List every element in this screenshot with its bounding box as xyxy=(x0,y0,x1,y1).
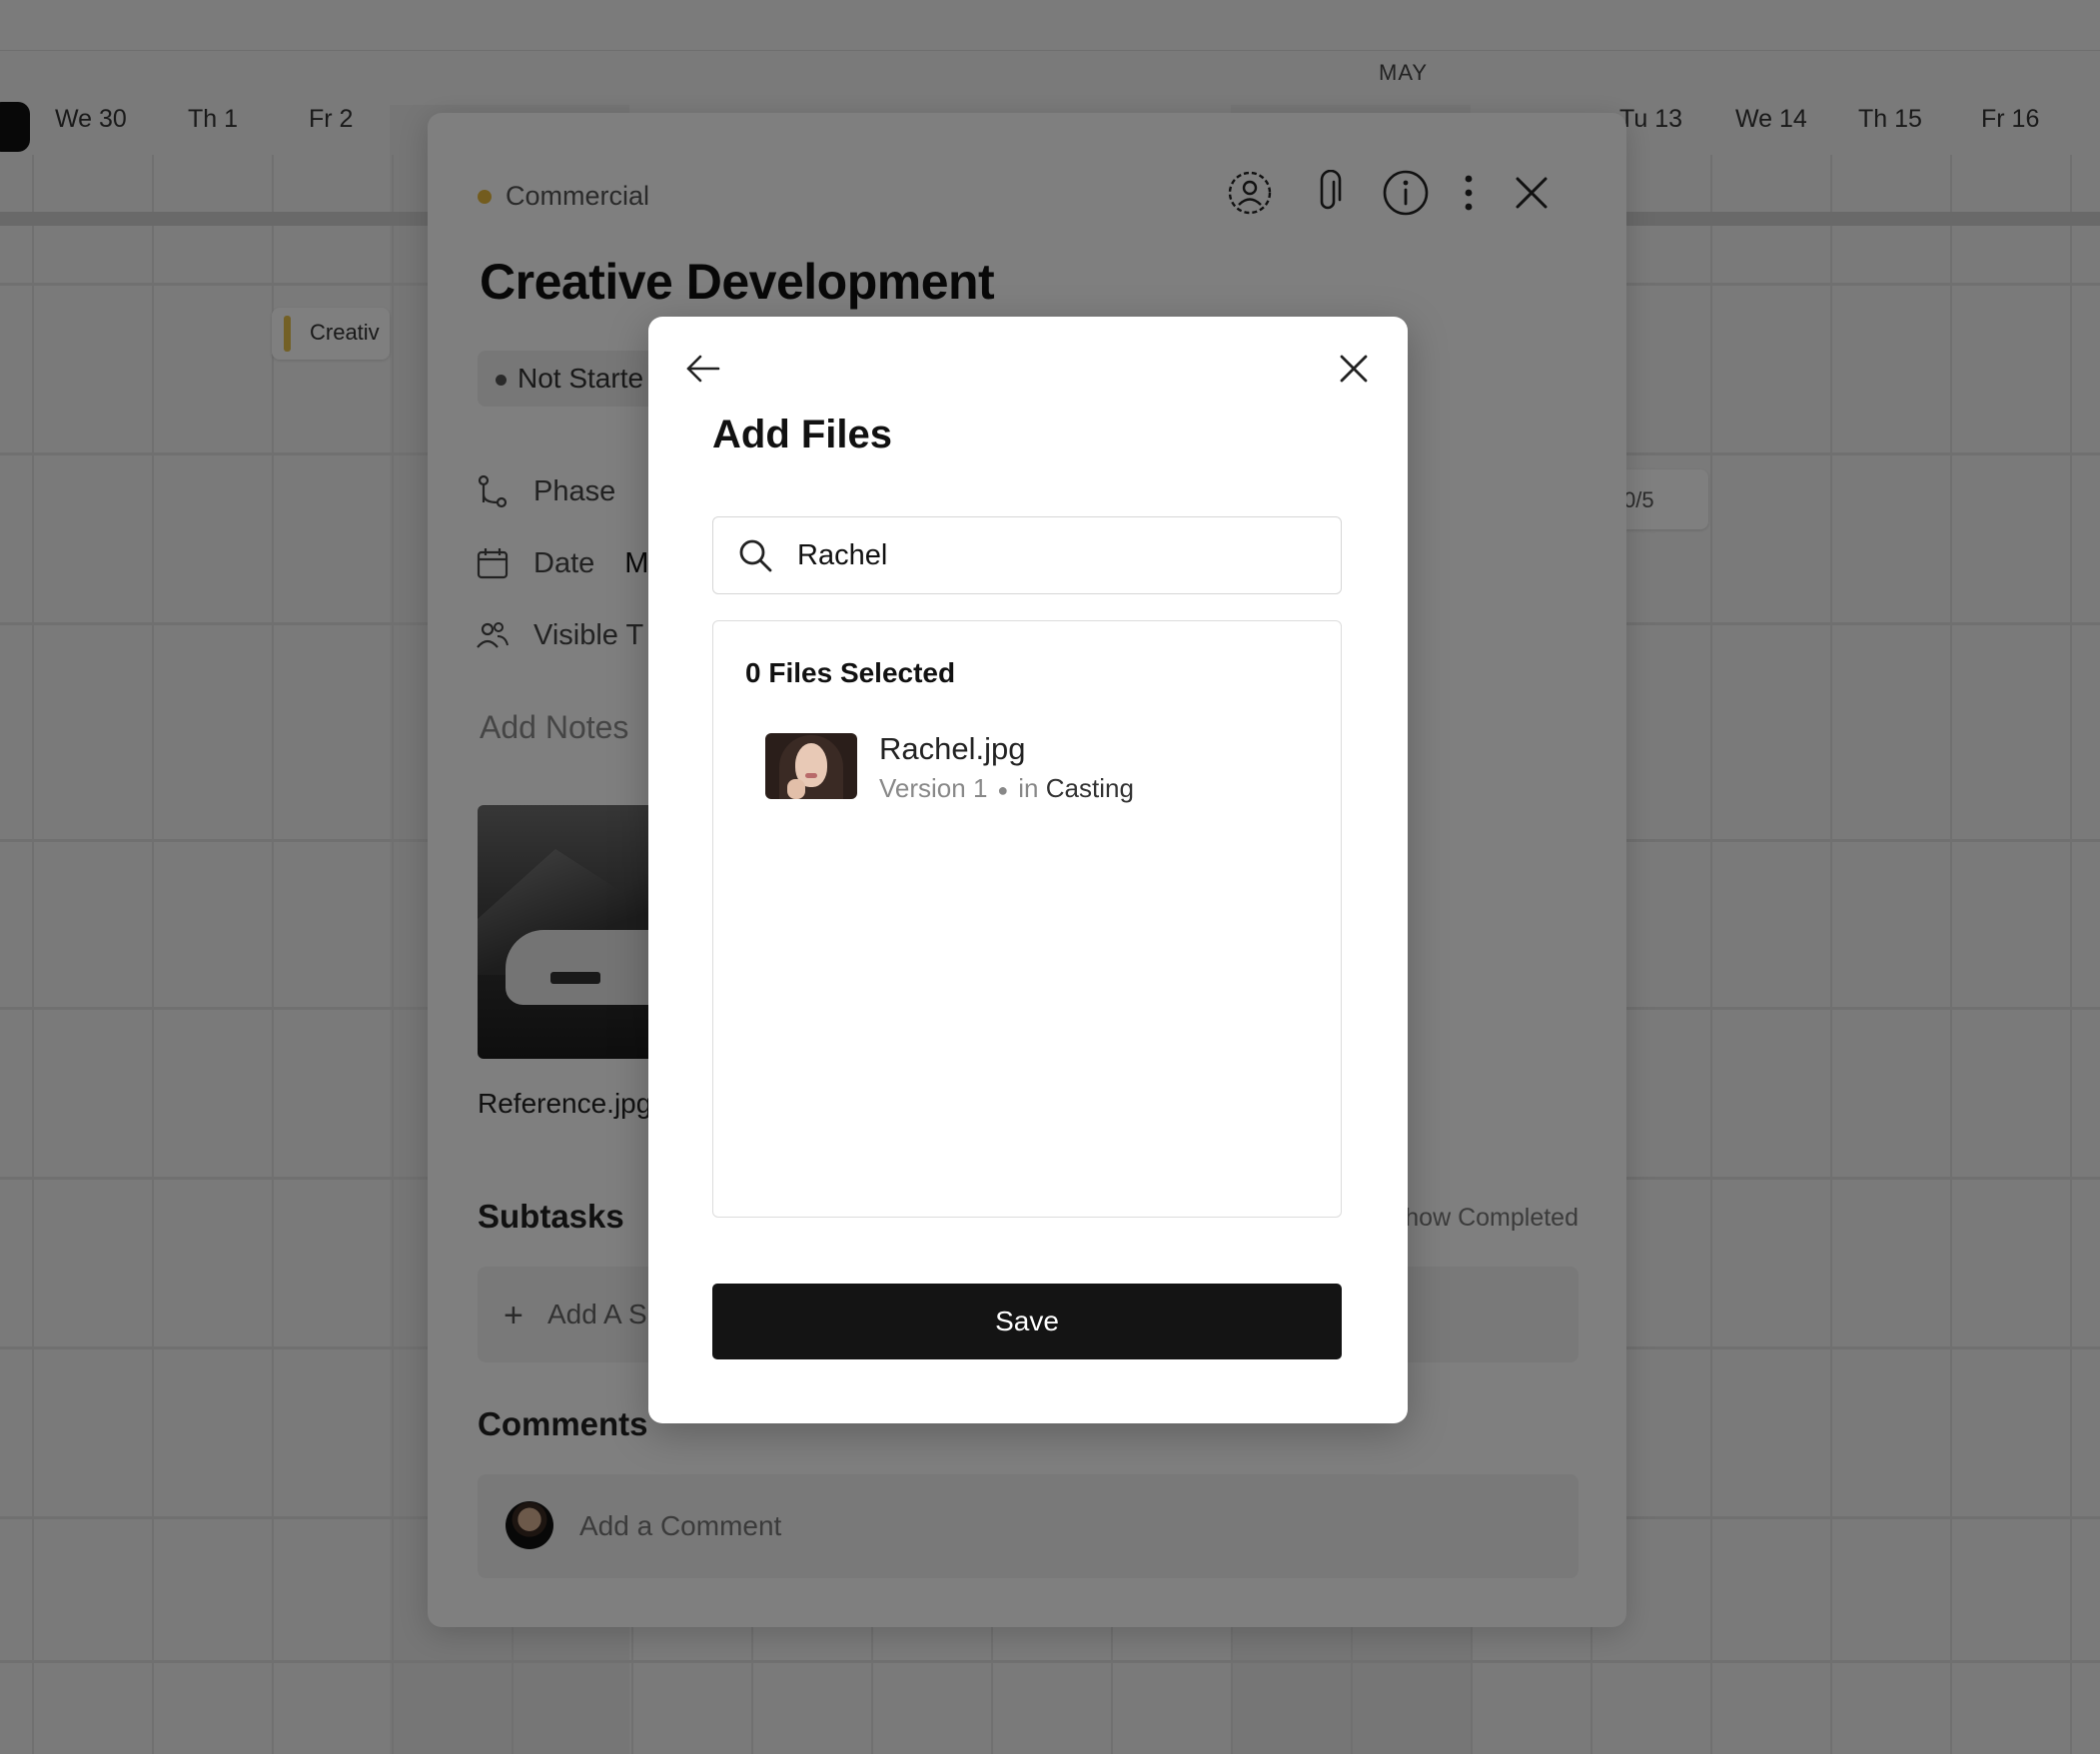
file-list: 0 Files Selected Rachel.jpg Version 1 ● in… xyxy=(712,620,1342,1218)
search-field[interactable] xyxy=(712,516,1342,594)
thumbnail-lips-shape xyxy=(805,773,817,778)
selected-count: 0 Files Selected xyxy=(745,657,956,688)
file-location: Casting xyxy=(1045,773,1134,803)
file-thumbnail xyxy=(765,733,857,799)
close-icon[interactable] xyxy=(1334,349,1374,389)
search-input[interactable] xyxy=(797,531,1317,579)
add-files-modal: Add Files 0 Files Selected Rachel.jpg Ve… xyxy=(648,317,1408,1423)
save-button[interactable]: Save xyxy=(712,1284,1342,1359)
bullet-separator: ● xyxy=(997,779,1009,800)
file-meta: Version 1 ● in Casting xyxy=(879,773,1134,804)
file-in-label: in xyxy=(1018,773,1039,803)
file-name: Rachel.jpg xyxy=(879,731,1026,766)
modal-title: Add Files xyxy=(712,413,893,456)
file-version: Version 1 xyxy=(879,773,988,803)
back-arrow-icon[interactable] xyxy=(682,349,722,389)
thumbnail-hand-shape xyxy=(787,779,805,799)
file-item[interactable]: Rachel.jpg Version 1 ● in Casting xyxy=(765,731,1305,804)
search-icon xyxy=(739,539,772,572)
